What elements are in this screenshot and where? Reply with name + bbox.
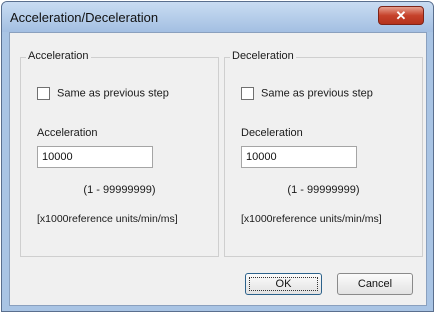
close-icon: ✕ — [395, 8, 407, 23]
deceleration-group-label: Deceleration — [230, 50, 296, 62]
close-button[interactable]: ✕ — [378, 6, 424, 25]
checkbox-box[interactable] — [37, 87, 50, 100]
deceleration-same-as-previous-checkbox[interactable]: Same as previous step — [241, 87, 373, 100]
acceleration-field-label: Acceleration — [37, 127, 98, 139]
checkbox-box[interactable] — [241, 87, 254, 100]
acceleration-range-text: (1 - 99999999) — [83, 184, 156, 196]
deceleration-field-label: Deceleration — [241, 127, 303, 139]
checkbox-label: Same as previous step — [261, 87, 373, 100]
acceleration-input[interactable] — [37, 146, 153, 168]
acceleration-same-as-previous-checkbox[interactable]: Same as previous step — [37, 87, 169, 100]
cancel-button[interactable]: Cancel — [337, 273, 413, 295]
deceleration-range-text: (1 - 99999999) — [287, 184, 360, 196]
cancel-button-label: Cancel — [357, 278, 393, 290]
acceleration-group: Acceleration Same as previous step Accel… — [20, 50, 219, 257]
deceleration-input[interactable] — [241, 146, 357, 168]
deceleration-group: Deceleration Same as previous step Decel… — [224, 50, 423, 257]
ok-button[interactable]: OK — [245, 273, 322, 295]
dialog-title: Acceleration/Deceleration — [10, 10, 159, 25]
title-bar[interactable]: Acceleration/Deceleration ✕ — [2, 2, 433, 32]
dialog-body: Acceleration Same as previous step Accel… — [9, 32, 427, 306]
acceleration-group-label: Acceleration — [26, 50, 91, 62]
acceleration-units-text: [x1000reference units/min/ms] — [37, 213, 178, 225]
checkbox-label: Same as previous step — [57, 87, 169, 100]
focus-rectangle — [249, 277, 318, 291]
dialog-window: Acceleration/Deceleration ✕ Acceleration… — [1, 1, 434, 312]
deceleration-units-text: [x1000reference units/min/ms] — [241, 213, 382, 225]
